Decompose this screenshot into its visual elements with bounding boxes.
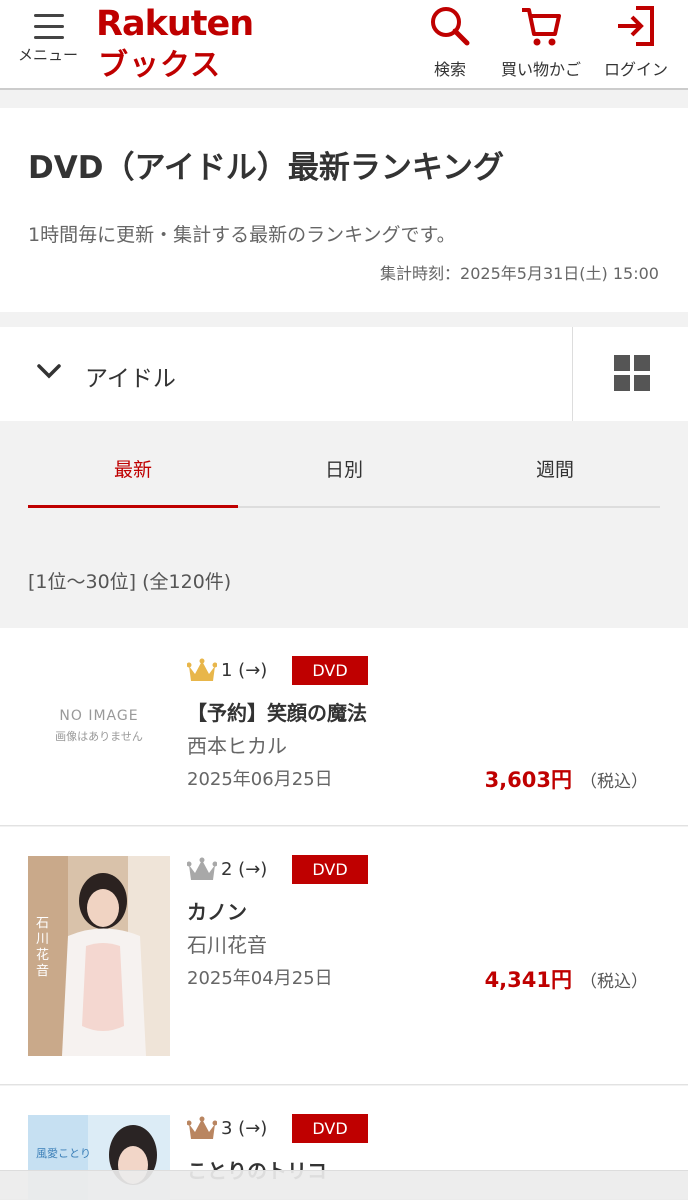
tax-label: （税込） <box>580 972 648 992</box>
price-value: 3,603円 <box>484 768 572 792</box>
item-artist[interactable]: 西本ヒカル <box>187 730 287 759</box>
search-icon <box>431 7 470 46</box>
site-header: メニュー Rakuten ブックス 検索 買い物かご ログイン <box>0 0 688 90</box>
tab-weekly[interactable]: 週間 <box>450 440 660 506</box>
page-title: DVD（アイドル）最新ランキング <box>28 150 504 186</box>
menu-button[interactable]: メニュー <box>12 8 84 68</box>
media-badge: DVD <box>292 656 368 685</box>
no-image-placeholder: NO IMAGE 画像はありません <box>28 708 170 744</box>
aggregation-timestamp: 集計時刻：2025年5月31日(土) 15:00 <box>380 264 659 283</box>
category-label: アイドル <box>85 366 176 392</box>
no-image-subtext: 画像はありません <box>55 730 143 743</box>
cart-icon <box>522 8 561 46</box>
ranking-tabs: 最新 日別 週間 <box>28 440 660 508</box>
ranking-range: [1位〜30位] (全120件) <box>28 571 232 593</box>
tax-label: （税込） <box>580 772 648 792</box>
grid-view-button[interactable] <box>572 327 688 421</box>
page-description: 1時間毎に更新・集計する最新のランキングです。 <box>28 224 456 246</box>
menu-label: メニュー <box>17 46 78 64</box>
login-label: ログイン <box>603 60 668 79</box>
rakuten-books-logo[interactable]: Rakuten ブックス <box>96 4 254 83</box>
item-cover-image[interactable]: 石川花音 <box>28 856 170 1056</box>
no-image-text: NO IMAGE <box>59 708 139 724</box>
cover-title-text: 石川花音 <box>36 916 50 979</box>
login-button[interactable]: ログイン <box>600 4 672 80</box>
price-value: 4,341円 <box>484 968 572 992</box>
silver-crown-icon <box>187 857 217 880</box>
chevron-down-icon <box>37 364 61 379</box>
hamburger-icon <box>34 14 64 40</box>
ranking-title-card: DVD（アイドル）最新ランキング 1時間毎に更新・集計する最新のランキングです。… <box>0 108 688 312</box>
bronze-crown-icon <box>187 1116 217 1139</box>
logo-text-en: Rakuten <box>96 4 254 44</box>
ranking-item[interactable]: NO IMAGE 画像はありません 1 (→) DVD 【予約】笑顔の魔法 西本… <box>0 628 688 826</box>
item-title[interactable]: 【予約】笑顔の魔法 <box>187 697 367 726</box>
category-bar: アイドル <box>0 327 688 421</box>
login-icon <box>618 6 654 46</box>
ranking-item[interactable]: 石川花音 2 (→) DVD カノン 石川花音 2025年04月25日 4,34… <box>0 827 688 1085</box>
cart-label: 買い物かご <box>500 60 581 79</box>
tab-daily[interactable]: 日別 <box>239 440 449 506</box>
cart-button[interactable]: 買い物かご <box>495 4 587 80</box>
grid-view-icon <box>614 355 650 391</box>
rank-number: 1 (→) <box>221 660 268 681</box>
item-release-date: 2025年06月25日 <box>187 769 333 790</box>
category-dropdown[interactable]: アイドル <box>0 327 572 421</box>
media-badge: DVD <box>292 855 368 884</box>
logo-text-ja: ブックス <box>98 48 222 83</box>
item-price: 4,341円 （税込） <box>485 964 648 994</box>
item-release-date: 2025年04月25日 <box>187 968 333 989</box>
cover-title-text: 風愛ことり <box>36 1147 91 1160</box>
media-badge: DVD <box>292 1114 368 1143</box>
rank-number: 3 (→) <box>221 1118 268 1139</box>
item-artist[interactable]: 石川花音 <box>187 929 267 958</box>
rank-number: 2 (→) <box>221 859 268 880</box>
gold-crown-icon <box>187 658 217 681</box>
item-price: 3,603円 （税込） <box>485 764 648 794</box>
search-button[interactable]: 検索 <box>420 4 480 80</box>
search-label: 検索 <box>433 60 466 79</box>
browser-bottom-bar <box>0 1170 688 1200</box>
item-title[interactable]: カノン <box>187 896 247 925</box>
tab-latest[interactable]: 最新 <box>28 440 238 508</box>
